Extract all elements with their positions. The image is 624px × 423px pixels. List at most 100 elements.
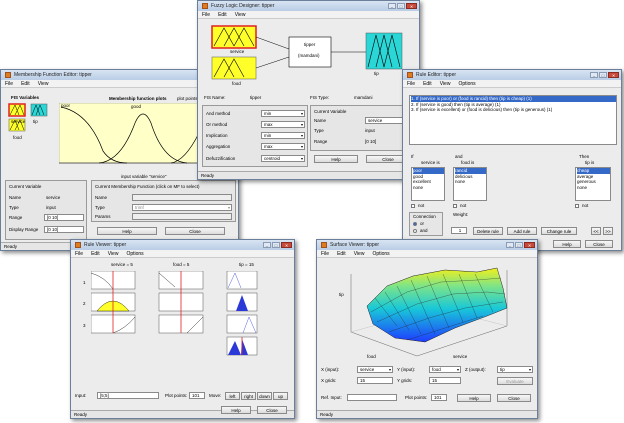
scroll-right-button[interactable]: >> — [603, 227, 613, 235]
service-list[interactable]: poor good excellent none — [411, 167, 445, 201]
menu-options[interactable]: Options — [126, 251, 143, 257]
matlab-icon — [75, 242, 81, 248]
menu-file[interactable]: File — [75, 251, 83, 257]
help-button[interactable]: Help — [314, 155, 358, 163]
service-value-header: service = 5 — [111, 262, 133, 267]
plot-points-input[interactable]: 101 — [189, 392, 205, 399]
cv-title: Current Variable — [314, 109, 347, 114]
range-input[interactable]: [0 10] — [44, 214, 84, 221]
not-checkbox-tip[interactable] — [575, 204, 579, 208]
implication-select[interactable]: min — [261, 132, 305, 139]
minimize-button[interactable]: – — [263, 242, 271, 248]
or-method-label: Or method — [206, 122, 228, 127]
close-button[interactable]: Close — [257, 406, 287, 414]
maximize-button[interactable]: □ — [397, 3, 405, 9]
menu-edit[interactable]: Edit — [337, 251, 346, 257]
y-grids-input[interactable]: 15 — [429, 377, 461, 384]
close-button[interactable]: Close — [165, 227, 225, 235]
z-output-select[interactable]: tip — [497, 366, 533, 373]
move-up-button[interactable]: up — [273, 392, 288, 400]
rules-list[interactable]: 1. If (service is poor) or (food is ranc… — [409, 95, 617, 145]
close-button[interactable]: Close — [585, 240, 613, 248]
help-button[interactable]: Help — [457, 394, 491, 402]
close-button[interactable]: Close — [497, 394, 531, 402]
menu-view[interactable]: View — [440, 81, 451, 87]
list-item[interactable]: none — [455, 179, 486, 185]
menu-options[interactable]: Options — [372, 251, 389, 257]
menu-view[interactable]: View — [354, 251, 365, 257]
window-title: Fuzzy Logic Designer: tipper — [211, 3, 275, 9]
plot-points-label: plot points: — [177, 96, 199, 101]
evaluate-button[interactable]: Evaluate — [497, 377, 533, 385]
list-item[interactable]: none — [413, 185, 444, 191]
menu-edit[interactable]: Edit — [21, 81, 30, 87]
move-down-button[interactable]: down — [257, 392, 272, 400]
x-axis-label: input variable "service" — [121, 174, 167, 179]
mf-name-input[interactable] — [132, 194, 232, 201]
and-method-select[interactable]: min — [261, 110, 305, 117]
close-window-button[interactable]: ✕ — [281, 242, 292, 248]
x-grids-input[interactable]: 15 — [357, 377, 393, 384]
defuzzification-select[interactable]: centroid — [261, 155, 305, 162]
display-range-input[interactable]: [0 10] — [44, 226, 84, 233]
menu-view[interactable]: View — [38, 81, 49, 87]
rule-viewer-window: Rule Viewer: tipper – □ ✕ File Edit View Optio… — [70, 239, 295, 419]
help-button[interactable]: Help — [97, 227, 157, 235]
menu-edit[interactable]: Edit — [423, 81, 432, 87]
menu-edit[interactable]: Edit — [218, 12, 227, 18]
window-title: Membership Function Editor: tipper — [14, 72, 92, 78]
food-is-label: food is — [461, 160, 475, 165]
menu-file[interactable]: File — [202, 12, 210, 18]
food-list[interactable]: rancid delicious none — [453, 167, 487, 201]
mf-params-input[interactable] — [132, 213, 232, 220]
y-input-select[interactable]: food — [429, 366, 461, 373]
aggregation-select[interactable]: max — [261, 143, 305, 150]
add-rule-button[interactable]: Add rule — [507, 227, 537, 235]
menu-file[interactable]: File — [5, 81, 13, 87]
input-field[interactable]: [5;5] — [97, 392, 159, 399]
menu-edit[interactable]: Edit — [91, 251, 100, 257]
not-checkbox-food[interactable] — [453, 204, 457, 208]
rule-item[interactable]: 3. If (service is excellent) or (food is… — [411, 107, 616, 113]
menu-file[interactable]: File — [321, 251, 329, 257]
fis-variables-diagram[interactable] — [7, 103, 55, 133]
menu-view[interactable]: View — [235, 12, 246, 18]
rule-viewer-plots[interactable] — [91, 271, 291, 361]
list-item[interactable]: none — [577, 185, 610, 191]
maximize-button[interactable]: □ — [272, 242, 280, 248]
close-window-button[interactable]: ✕ — [608, 72, 619, 78]
delete-rule-button[interactable]: Delete rule — [473, 227, 503, 235]
x-input-select[interactable]: service — [357, 366, 393, 373]
menu-view[interactable]: View — [108, 251, 119, 257]
or-method-select[interactable]: max — [261, 121, 305, 128]
plot-points-input[interactable]: 101 — [431, 394, 447, 401]
ref-input-field[interactable] — [347, 394, 397, 401]
maximize-button[interactable]: □ — [515, 242, 523, 248]
and-method-label: And method — [206, 111, 231, 116]
help-button[interactable]: Help — [553, 240, 581, 248]
maximize-button[interactable]: □ — [599, 72, 607, 78]
tip-list[interactable]: cheap average generous none — [575, 167, 611, 201]
minimize-button[interactable]: – — [388, 3, 396, 9]
close-window-button[interactable]: ✕ — [524, 242, 535, 248]
mf-type-select[interactable]: trimf — [132, 204, 232, 211]
surface-plot[interactable] — [337, 262, 533, 364]
change-rule-button[interactable]: Change rule — [541, 227, 577, 235]
window-title: Surface Viewer: tipper — [330, 242, 380, 248]
minimize-button[interactable]: – — [506, 242, 514, 248]
close-window-button[interactable]: ✕ — [406, 3, 417, 9]
methods-panel: And method min Or method max Implication… — [202, 105, 308, 167]
weight-input[interactable]: 1 — [451, 227, 467, 234]
menu-file[interactable]: File — [407, 81, 415, 87]
not-label: not — [582, 203, 589, 208]
range-label: Range — [9, 215, 23, 220]
move-right-button[interactable]: right — [241, 392, 256, 400]
not-checkbox-service[interactable] — [411, 204, 415, 208]
and-radio[interactable] — [413, 229, 417, 233]
help-button[interactable]: Help — [221, 406, 251, 414]
minimize-button[interactable]: – — [590, 72, 598, 78]
move-left-button[interactable]: left — [225, 392, 240, 400]
menu-options[interactable]: Options — [458, 81, 475, 87]
scroll-left-button[interactable]: << — [591, 227, 601, 235]
or-radio[interactable] — [413, 222, 417, 226]
